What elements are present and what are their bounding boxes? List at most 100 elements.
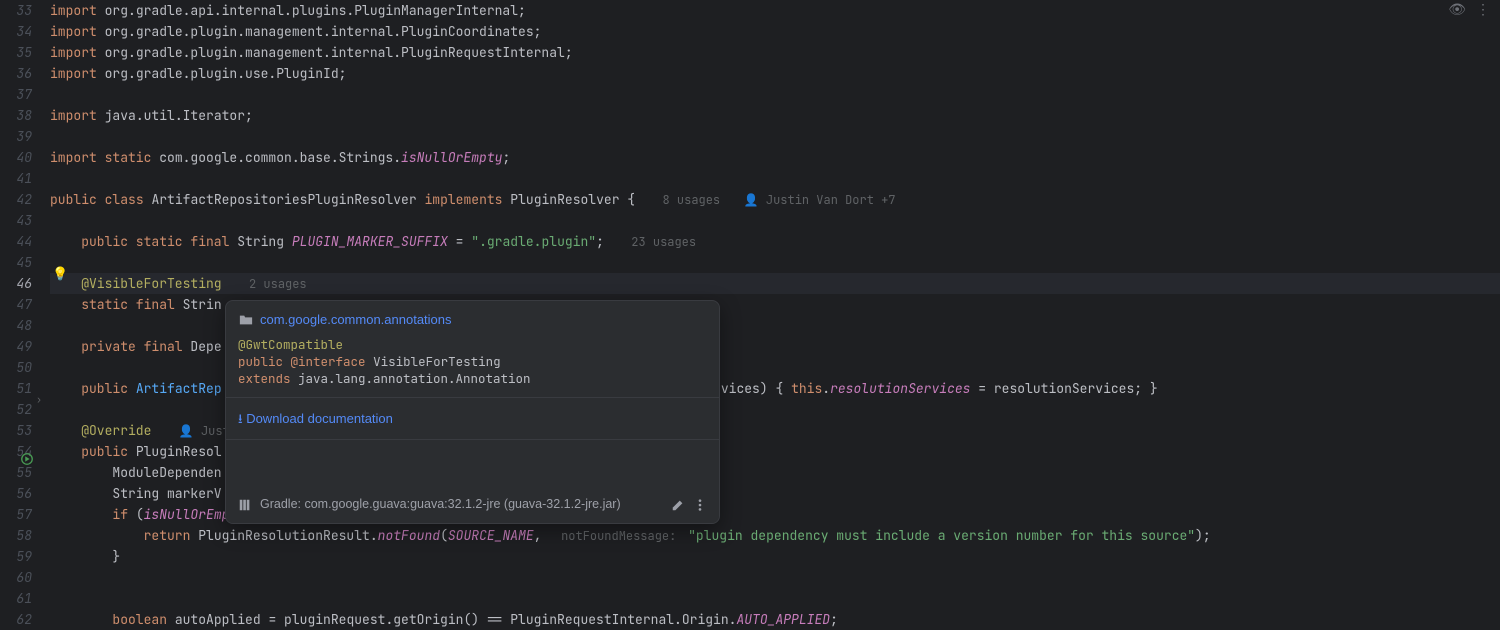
annotation[interactable]: @VisibleForTesting [81,275,221,292]
keyword: extends [238,370,291,387]
param-tail: rvices) [713,380,768,397]
author-hint[interactable]: 👤 Justin Van Dort +7 [740,192,900,208]
line-number: 40 [0,147,32,168]
type: String [237,233,284,250]
import-path: org.gradle.plugin.management.internal.Pl… [105,23,542,40]
import-path: org.gradle.plugin.management.internal.Pl… [105,44,573,61]
constant: SOURCE_NAME [448,527,534,544]
intention-bulb-icon[interactable]: 💡 [52,263,66,277]
doc-extends: java.lang.annotation.Annotation [298,370,531,387]
line-number: 38 [0,105,32,126]
line-number: 48 [0,315,32,336]
keyword: public static final [81,233,229,250]
editor-toolbar: 👁 ⋮ [1448,0,1490,21]
constructor: ArtifactRep [136,380,222,397]
line-number: 45 [0,252,32,273]
doc-source-label: Gradle: com.google.guava:guava:32.1.2-jr… [260,494,621,515]
line-number: 49 [0,336,32,357]
line-number: 46 [0,273,32,294]
line-number: 56 [0,483,32,504]
line-number: 35 [0,42,32,63]
variable: autoApplied [175,611,261,628]
line-number: 53 [0,420,32,441]
keyword-import: import [50,65,97,82]
keyword: public [81,443,128,460]
line-number: 47 [0,294,32,315]
reader-mode-icon[interactable]: 👁 [1448,0,1466,21]
line-number: 41 [0,168,32,189]
line-number: 51 [0,378,32,399]
download-documentation-link[interactable]: Download documentation [246,411,393,426]
import-path: java.util.Iterator; [105,107,253,124]
keyword: class [105,191,144,208]
keyword-import: import [50,23,97,40]
doc-signature: @GwtCompatible public @interface Visible… [226,336,719,398]
class-name: ArtifactRepositoriesPluginResolver [151,191,416,208]
line-number: 60 [0,567,32,588]
string-literal: "plugin dependency must include a versio… [688,527,1195,544]
keyword-import-static: import static [50,149,151,166]
constant: AUTO_APPLIED [736,611,830,628]
param-hint: notFoundMessage: [557,528,680,544]
line-number: 34 [0,21,32,42]
keyword: private final [81,338,182,355]
keyword: @interface [291,353,366,370]
line-number: 50 [0,357,32,378]
library-icon [238,498,252,512]
fold-arrow-icon[interactable]: › [36,389,50,410]
line-number: 39 [0,126,32,147]
line-number: 58 [0,525,32,546]
expression: pluginRequest.getOrigin() == PluginReque… [284,611,736,628]
keyword: boolean [112,611,167,628]
line-number: 36 [0,63,32,84]
import-path: org.gradle.plugin.use.PluginId; [105,65,347,82]
code-text: ModuleDependen [112,464,221,481]
doc-footer: Gradle: com.google.guava:guava:32.1.2-jr… [226,486,719,523]
gutter-run-icon[interactable] [20,452,36,474]
keyword: return [144,527,191,544]
static-member: isNullOrEmpty [401,149,502,166]
line-number: 44 [0,231,32,252]
doc-package-header: com.google.common.annotations [226,301,719,336]
folder-icon [238,312,254,328]
annotation: @Override [81,422,151,439]
keyword-import: import [50,107,97,124]
usages-hint[interactable]: 2 usages [245,276,311,292]
line-number: 61 [0,588,32,609]
doc-typename: VisibleForTesting [373,353,501,370]
type: Depe [190,338,221,355]
line-number: 37 [0,84,32,105]
usages-hint[interactable]: 8 usages [659,192,725,208]
line-number: 62 [0,609,32,630]
interface-name: PluginResolver [510,191,619,208]
type: PluginResol [136,443,222,460]
import-path: com.google.common.base.Strings. [159,149,401,166]
keyword: if [112,506,128,523]
keyword: implements [424,191,502,208]
line-number: 42 [0,189,32,210]
keyword-import: import [50,44,97,61]
line-number: 52 [0,399,32,420]
usages-hint[interactable]: 23 usages [627,234,700,250]
line-number: 43 [0,210,32,231]
doc-spacer [226,440,719,486]
download-icon: ⭳ [238,411,243,426]
keyword: static final [81,296,175,313]
edit-icon[interactable] [671,498,685,512]
method-call: notFound [378,527,440,544]
doc-download-row: ⭳ Download documentation [226,398,719,440]
keyword: public [50,191,97,208]
line-gutter: 33 34 35 36 37 38 39 40 41 42 43 44 45 4… [0,0,50,600]
keyword: public [81,380,128,397]
import-path: org.gradle.api.internal.plugins.PluginMa… [105,2,526,19]
line-number: 57 [0,504,32,525]
doc-annotation: @GwtCompatible [238,336,343,353]
keyword-import: import [50,2,97,19]
doc-package-link[interactable]: com.google.common.annotations [260,309,452,330]
quick-doc-popup[interactable]: com.google.common.annotations @GwtCompat… [225,300,720,524]
more-icon[interactable] [693,498,707,512]
class-ref: PluginResolutionResult [198,527,370,544]
field-name: PLUGIN_MARKER_SUFFIX [292,233,448,250]
more-actions-icon[interactable]: ⋮ [1476,0,1490,21]
field-ref: resolutionServices [830,380,970,397]
